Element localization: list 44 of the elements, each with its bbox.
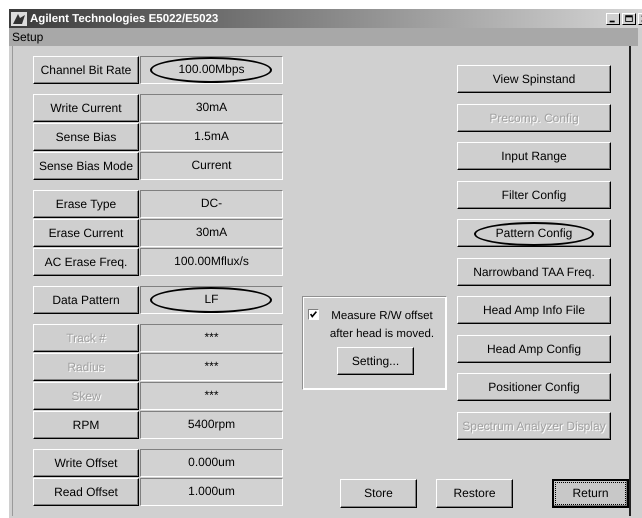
- parameter-button[interactable]: Write Current: [33, 94, 139, 122]
- value-field: 30mA: [140, 94, 283, 122]
- checkbox-label: Measure R/W offset after head is moved.: [328, 309, 436, 342]
- value-field: 1.000um: [140, 478, 283, 506]
- value-field: ***: [140, 324, 283, 352]
- side-button[interactable]: View Spinstand: [457, 65, 611, 93]
- maximize-icon[interactable]: [622, 12, 636, 24]
- side-button[interactable]: Filter Config: [457, 180, 611, 208]
- parameter-button[interactable]: Sense Bias Mode: [33, 152, 139, 180]
- parameter-button[interactable]: Data Pattern: [33, 286, 139, 314]
- value-field: DC-: [140, 190, 283, 218]
- value-field: 100.00Mflux/s: [140, 248, 283, 276]
- value-field: 0.000um: [140, 449, 283, 477]
- value-field: 1.5mA: [140, 123, 283, 151]
- value-field: Current: [140, 152, 283, 180]
- value-field: 5400rpm: [140, 411, 283, 439]
- side-button[interactable]: Head Amp Info File: [457, 296, 611, 324]
- value-field: LF: [140, 286, 283, 314]
- value-field: ***: [140, 382, 283, 410]
- footer-button[interactable]: Restore: [436, 478, 513, 508]
- checkbox[interactable]: [308, 309, 319, 320]
- parameter-button[interactable]: AC Erase Freq.: [33, 248, 139, 276]
- app-icon: [11, 12, 27, 26]
- parameter-button[interactable]: RPM: [33, 411, 139, 439]
- window-title: Agilent Technologies E5022/E5023: [30, 12, 220, 24]
- setting-button[interactable]: Setting...: [337, 347, 414, 375]
- parameter-button[interactable]: Erase Current: [33, 219, 139, 247]
- value-field: ***: [140, 353, 283, 381]
- side-button[interactable]: Narrowband TAA Freq.: [457, 258, 611, 286]
- parameter-button[interactable]: Read Offset: [33, 478, 139, 506]
- parameter-button[interactable]: Channel Bit Rate: [33, 56, 139, 84]
- side-button[interactable]: Head Amp Config: [457, 334, 611, 362]
- side-button[interactable]: Input Range: [457, 142, 611, 170]
- value-field: 100.00Mbps: [140, 56, 283, 84]
- parameter-button[interactable]: Erase Type: [33, 190, 139, 218]
- value-field: 30mA: [140, 219, 283, 247]
- side-button[interactable]: Pattern Config: [457, 219, 611, 247]
- menu-item[interactable]: Setup: [12, 30, 44, 44]
- side-button[interactable]: Positioner Config: [457, 373, 611, 401]
- parameter-button[interactable]: Sense Bias: [33, 123, 139, 151]
- parameter-button[interactable]: Write Offset: [33, 449, 139, 477]
- footer-button[interactable]: Return: [552, 478, 629, 508]
- footer-button[interactable]: Store: [340, 478, 417, 508]
- minimize-icon[interactable]: [606, 12, 620, 24]
